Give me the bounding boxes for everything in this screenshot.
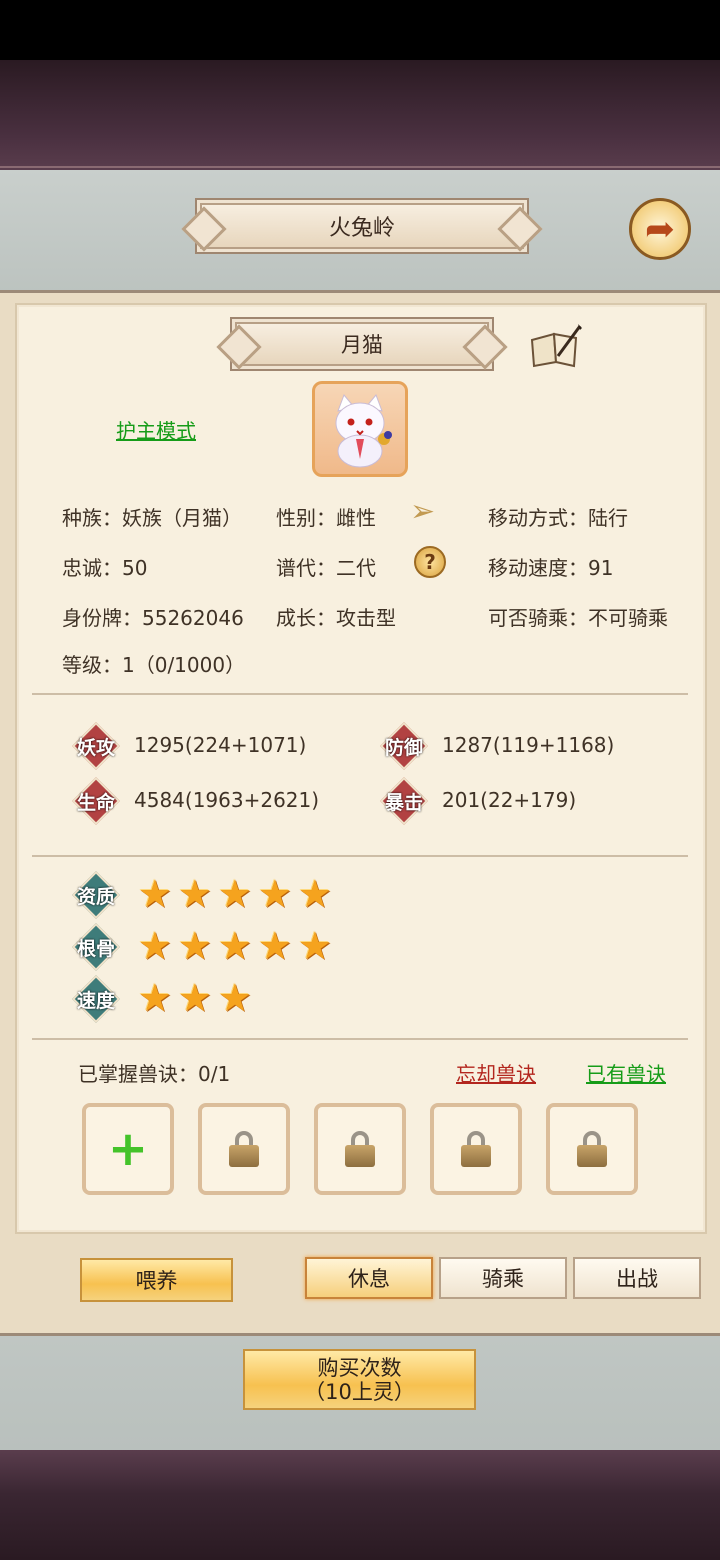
star-icon: ★ xyxy=(137,872,173,916)
stat-badge-hp: 生命 xyxy=(71,776,121,826)
divider xyxy=(32,855,688,857)
top-frame-ornament xyxy=(0,166,720,168)
star-icon: ★ xyxy=(177,924,213,968)
status-bar-area xyxy=(0,0,720,60)
guard-mode-link[interactable]: 护主模式 xyxy=(116,415,196,444)
star-icon: ★ xyxy=(257,872,293,916)
stat-value-crit: 201(22+179) xyxy=(442,788,577,812)
info-rideable: 可否骑乘：不可骑乘 xyxy=(488,606,668,630)
star-icon: ★ xyxy=(177,976,213,1020)
info-loyalty: 忠诚：50 xyxy=(62,556,148,580)
stat-badge-defense: 防御 xyxy=(379,721,429,771)
buy-button-label: 购买次数 xyxy=(317,1355,402,1380)
plus-icon: + xyxy=(107,1121,149,1177)
star-icon: ★ xyxy=(297,872,333,916)
star-icon: ★ xyxy=(217,976,253,1020)
lock-icon xyxy=(577,1131,607,1167)
rating-stars-aptitude: ★ ★ ★ ★ ★ xyxy=(136,875,356,915)
info-growth: 成长：攻击型 xyxy=(276,606,396,630)
bottom-frame xyxy=(0,1450,720,1560)
skill-slot-add[interactable]: + xyxy=(82,1103,174,1195)
divider xyxy=(32,1038,688,1040)
skill-slot-locked[interactable] xyxy=(546,1103,638,1195)
info-level: 等级：1（0/1000） xyxy=(62,653,246,677)
rename-book-icon[interactable] xyxy=(528,322,584,368)
info-move-type: 移动方式：陆行 xyxy=(488,506,628,530)
stat-badge-attack: 妖攻 xyxy=(71,721,121,771)
star-icon: ★ xyxy=(257,924,293,968)
forget-skill-link[interactable]: 忘却兽诀 xyxy=(456,1058,536,1087)
lock-icon xyxy=(345,1131,375,1167)
location-title-plaque: 火兔岭 xyxy=(200,203,524,249)
owned-skills-link[interactable]: 已有兽诀 xyxy=(586,1058,666,1087)
star-icon: ★ xyxy=(297,924,333,968)
lock-icon xyxy=(461,1131,491,1167)
buy-count-button[interactable]: 购买次数 （10上灵） xyxy=(243,1349,476,1410)
back-arrow-icon: ➦ xyxy=(644,208,676,250)
info-generation: 谱代：二代 xyxy=(276,556,376,580)
star-icon: ★ xyxy=(137,976,173,1020)
skills-mastered-count: 已掌握兽诀：0/1 xyxy=(78,1062,231,1086)
top-frame xyxy=(0,60,720,170)
gender-switch-arrow-icon[interactable]: ➢ xyxy=(410,494,446,530)
stat-value-hp: 4584(1963+2621) xyxy=(134,788,320,812)
generation-help-icon[interactable]: ? xyxy=(414,546,446,578)
pet-name: 月猫 xyxy=(341,333,383,357)
stat-value-defense: 1287(119+1168) xyxy=(442,733,615,757)
star-icon: ★ xyxy=(217,872,253,916)
buy-button-cost: （10上灵） xyxy=(304,1379,415,1404)
star-icon: ★ xyxy=(177,872,213,916)
rating-badge-speed: 速度 xyxy=(71,974,121,1024)
location-title: 火兔岭 xyxy=(328,216,395,241)
star-icon: ★ xyxy=(217,924,253,968)
feed-button[interactable]: 喂养 xyxy=(80,1258,233,1302)
pet-name-plaque: 月猫 xyxy=(235,322,489,366)
rating-stars-bone: ★ ★ ★ ★ ★ xyxy=(136,927,356,967)
info-gender: 性别：雌性 xyxy=(276,506,376,530)
stat-badge-crit: 暴击 xyxy=(379,776,429,826)
moon-cat-avatar-icon xyxy=(335,394,392,468)
skill-slot-locked[interactable] xyxy=(430,1103,522,1195)
rating-badge-bone: 根骨 xyxy=(71,922,121,972)
tab-ride[interactable]: 骑乘 xyxy=(439,1257,567,1299)
pet-portrait[interactable] xyxy=(312,381,408,477)
info-move-speed: 移动速度：91 xyxy=(488,556,614,580)
skill-slot-locked[interactable] xyxy=(198,1103,290,1195)
star-icon: ★ xyxy=(137,924,173,968)
back-button[interactable]: ➦ xyxy=(629,198,691,260)
lock-icon xyxy=(229,1131,259,1167)
info-race: 种族：妖族（月猫） xyxy=(62,506,242,530)
skill-slot-locked[interactable] xyxy=(314,1103,406,1195)
divider xyxy=(32,693,688,695)
rating-stars-speed: ★ ★ ★ xyxy=(136,979,356,1019)
tab-rest[interactable]: 休息 xyxy=(305,1257,433,1299)
rating-badge-aptitude: 资质 xyxy=(71,870,121,920)
tab-battle[interactable]: 出战 xyxy=(573,1257,701,1299)
stat-value-attack: 1295(224+1071) xyxy=(134,733,307,757)
info-id-tag: 身份牌：55262046 xyxy=(62,606,244,630)
